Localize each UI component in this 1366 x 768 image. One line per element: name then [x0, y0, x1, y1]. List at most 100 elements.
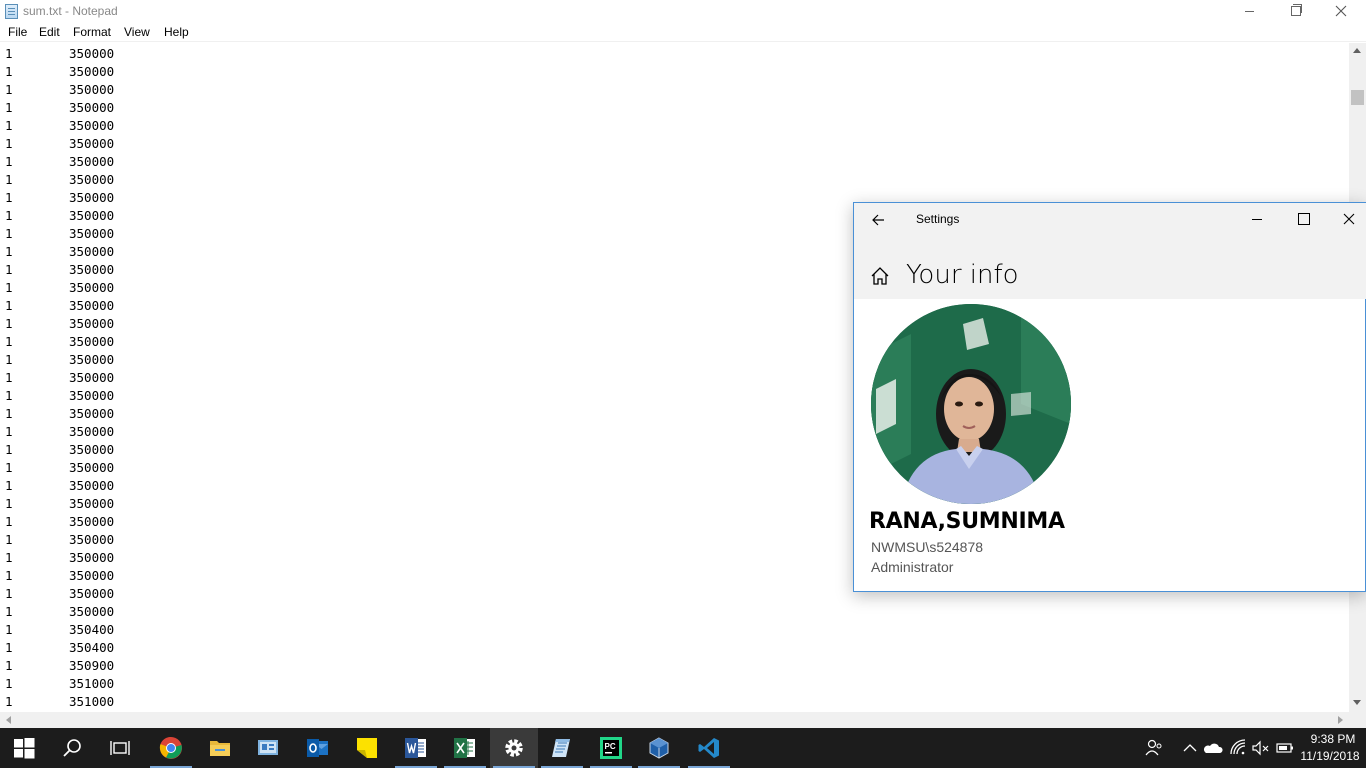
line-value: 350000 — [69, 118, 115, 133]
pycharm-icon: PC — [600, 737, 622, 759]
taskbar-notepad[interactable] — [538, 728, 586, 768]
line-value: 350000 — [69, 496, 115, 511]
line-value: 350000 — [69, 262, 115, 277]
clock-date[interactable]: 11/19/2018 — [1297, 749, 1363, 763]
taskbar-pycharm[interactable]: PC — [587, 728, 635, 768]
taskbar-sticky-notes[interactable] — [343, 728, 391, 768]
wifi-icon[interactable] — [1229, 738, 1249, 758]
user-account-id: NWMSU\s524878 — [871, 539, 984, 555]
search-button[interactable] — [48, 728, 96, 768]
settings-maximize-button[interactable] — [1280, 203, 1326, 235]
settings-titlebar[interactable]: Settings — [854, 203, 1366, 236]
line-value: 350000 — [69, 604, 115, 619]
scroll-right-arrow-icon[interactable] — [1338, 716, 1343, 724]
line-value: 350900 — [69, 658, 115, 673]
scroll-down-arrow-icon[interactable] — [1353, 700, 1361, 705]
task-view-icon — [110, 741, 130, 755]
line-value: 350000 — [69, 442, 115, 457]
menubar: File Edit Format View Help — [0, 23, 1366, 42]
notepad-titlebar[interactable]: sum.txt - Notepad — [0, 0, 1366, 23]
line-count: 1 — [5, 370, 13, 385]
line-count: 1 — [5, 208, 13, 223]
taskbar-outlook[interactable] — [294, 728, 342, 768]
line-value: 351000 — [69, 694, 115, 709]
vscode-icon — [698, 738, 719, 758]
taskbar-virtualbox[interactable] — [635, 728, 683, 768]
clock-time[interactable]: 9:38 PM — [1303, 732, 1363, 746]
start-button[interactable] — [0, 728, 48, 768]
search-icon — [63, 739, 81, 757]
line-value: 350000 — [69, 298, 115, 313]
control-panel-icon — [258, 740, 278, 755]
taskbar-excel[interactable] — [441, 728, 489, 768]
line-value: 350000 — [69, 406, 115, 421]
notepad-icon — [5, 4, 18, 19]
windows-start-icon — [14, 738, 35, 759]
onedrive-cloud-icon[interactable] — [1203, 738, 1223, 758]
taskbar-control-panel[interactable] — [244, 728, 292, 768]
line-value: 350000 — [69, 424, 115, 439]
line-count: 1 — [5, 658, 13, 673]
line-count: 1 — [5, 226, 13, 241]
battery-icon[interactable] — [1275, 738, 1295, 758]
menu-view[interactable]: View — [124, 25, 150, 39]
line-value: 350000 — [69, 460, 115, 475]
horizontal-scrollbar[interactable] — [0, 712, 1349, 728]
taskbar-word[interactable] — [392, 728, 440, 768]
settings-minimize-button[interactable] — [1234, 203, 1280, 235]
line-count: 1 — [5, 262, 13, 277]
scrollbar-corner — [1349, 712, 1366, 728]
line-count: 1 — [5, 460, 13, 475]
scroll-left-arrow-icon[interactable] — [6, 716, 11, 724]
line-value: 350000 — [69, 280, 115, 295]
taskbar-file-explorer[interactable] — [196, 728, 244, 768]
people-icon[interactable] — [1144, 738, 1164, 758]
settings-title: Settings — [916, 212, 960, 226]
chrome-icon — [159, 736, 182, 759]
chevron-up-icon[interactable] — [1180, 738, 1200, 758]
line-count: 1 — [5, 406, 13, 421]
taskbar-chrome[interactable] — [147, 728, 195, 768]
restore-button[interactable] — [1272, 0, 1318, 23]
line-value: 350000 — [69, 478, 115, 493]
line-count: 1 — [5, 640, 13, 655]
line-value: 350000 — [69, 388, 115, 403]
settings-gear-icon — [505, 739, 523, 757]
home-icon[interactable] — [870, 266, 890, 286]
taskbar-vscode[interactable] — [685, 728, 733, 768]
scroll-up-arrow-icon[interactable] — [1353, 48, 1361, 53]
line-count: 1 — [5, 550, 13, 565]
task-view-button[interactable] — [96, 728, 144, 768]
line-count: 1 — [5, 622, 13, 637]
user-role: Administrator — [871, 559, 954, 575]
line-count: 1 — [5, 478, 13, 493]
minimize-button[interactable] — [1226, 0, 1272, 23]
window-title: sum.txt - Notepad — [23, 4, 118, 18]
line-count: 1 — [5, 64, 13, 79]
page-title: Your info — [906, 260, 1019, 290]
line-count: 1 — [5, 136, 13, 151]
volume-muted-icon[interactable] — [1251, 738, 1271, 758]
close-button[interactable] — [1318, 0, 1364, 23]
taskbar-settings[interactable] — [490, 728, 538, 768]
close-icon — [1343, 213, 1355, 225]
line-value: 350000 — [69, 316, 115, 331]
back-button[interactable] — [868, 209, 890, 231]
file-explorer-icon — [210, 741, 230, 756]
menu-help[interactable]: Help — [164, 25, 189, 39]
line-count: 1 — [5, 676, 13, 691]
menu-edit[interactable]: Edit — [39, 25, 60, 39]
line-count: 1 — [5, 298, 13, 313]
menu-format[interactable]: Format — [73, 25, 111, 39]
line-value: 350000 — [69, 568, 115, 583]
settings-window: Settings Your info RANA,SUMNIMA NWMSU\s5… — [853, 202, 1366, 592]
menu-file[interactable]: File — [8, 25, 27, 39]
line-value: 350000 — [69, 190, 115, 205]
line-count: 1 — [5, 172, 13, 187]
line-count: 1 — [5, 442, 13, 457]
line-count: 1 — [5, 46, 13, 61]
settings-close-button[interactable] — [1326, 203, 1366, 235]
excel-icon — [454, 738, 475, 758]
line-value: 350000 — [69, 64, 115, 79]
scrollbar-thumb[interactable] — [1351, 90, 1364, 105]
